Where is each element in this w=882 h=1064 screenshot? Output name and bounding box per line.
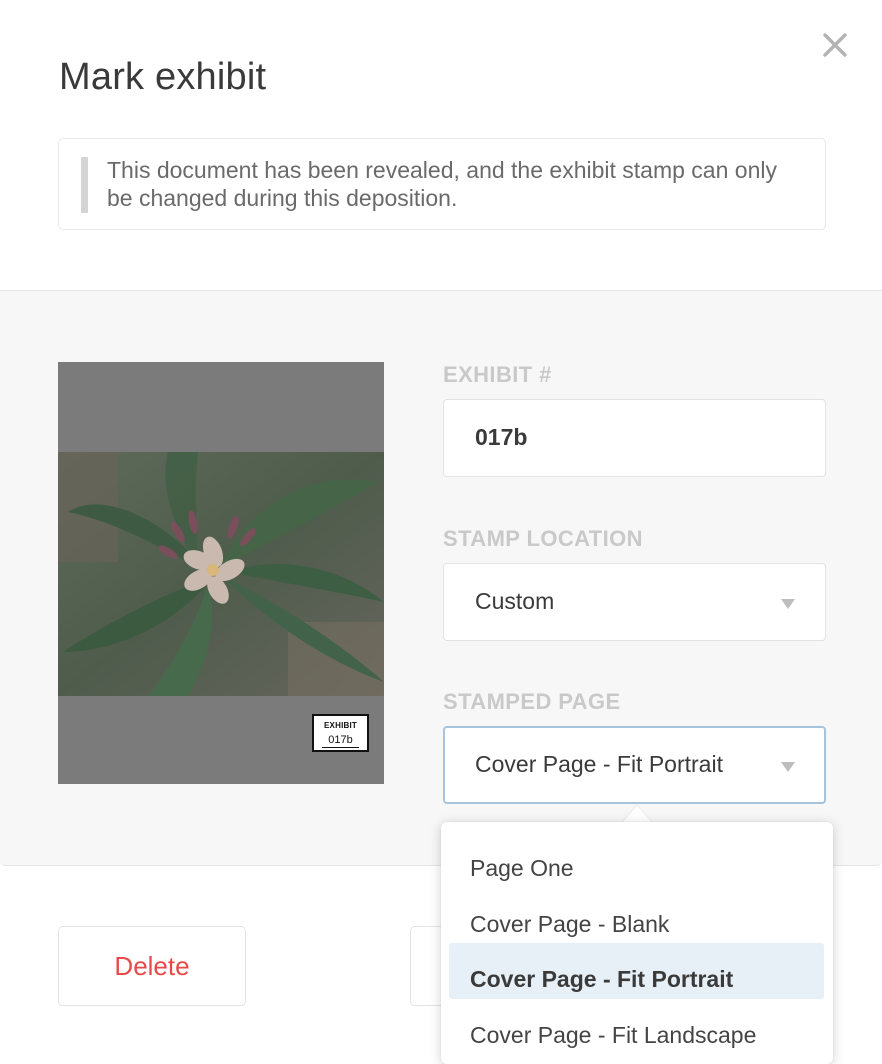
stamp-number: 017b <box>322 734 359 748</box>
document-photo <box>58 452 384 696</box>
exhibit-number-input[interactable]: 017b <box>443 399 826 477</box>
revealed-notice: This document has been revealed, and the… <box>58 138 826 230</box>
option-label: Page One <box>470 855 574 881</box>
stamped-page-value: Cover Page - Fit Portrait <box>475 751 723 777</box>
option-cover-page-fit-landscape[interactable]: Cover Page - Fit Landscape <box>449 999 824 1055</box>
stamped-page-options: Page One Cover Page - Blank Cover Page -… <box>441 822 833 1064</box>
document-preview: EXHIBIT 017b <box>58 362 384 784</box>
stamp-location-value: Custom <box>475 588 555 614</box>
option-label: Cover Page - Fit Portrait <box>470 966 734 992</box>
caret-down-icon <box>781 599 795 609</box>
stamp-label: EXHIBIT <box>324 721 357 730</box>
mark-exhibit-dialog: Mark exhibit This document has been reve… <box>0 0 882 1064</box>
stamp-location-select[interactable]: Custom <box>443 563 826 641</box>
option-page-one[interactable]: Page One <box>449 832 824 888</box>
dialog-title: Mark exhibit <box>59 56 267 98</box>
dropdown-pointer <box>622 806 652 823</box>
stamp-location-label: STAMP LOCATION <box>443 526 643 551</box>
exhibit-number-value: 017b <box>475 424 528 450</box>
option-cover-page-blank[interactable]: Cover Page - Blank <box>449 888 824 944</box>
stamped-page-select[interactable]: Cover Page - Fit Portrait <box>443 726 826 804</box>
notice-text: This document has been revealed, and the… <box>107 157 777 211</box>
delete-button-label: Delete <box>114 951 190 981</box>
caret-down-icon <box>781 762 795 772</box>
exhibit-number-label: EXHIBIT # <box>443 362 552 387</box>
option-label: Cover Page - Fit Landscape <box>470 1022 757 1048</box>
stamped-page-label: STAMPED PAGE <box>443 689 621 714</box>
close-icon <box>823 33 847 57</box>
delete-button[interactable]: Delete <box>58 926 246 1006</box>
exhibit-stamp[interactable]: EXHIBIT 017b <box>312 714 369 752</box>
notice-accent-bar <box>81 157 88 213</box>
option-label: Cover Page - Blank <box>470 911 670 937</box>
close-button[interactable] <box>820 30 850 60</box>
option-cover-page-fit-portrait[interactable]: Cover Page - Fit Portrait <box>449 943 824 999</box>
